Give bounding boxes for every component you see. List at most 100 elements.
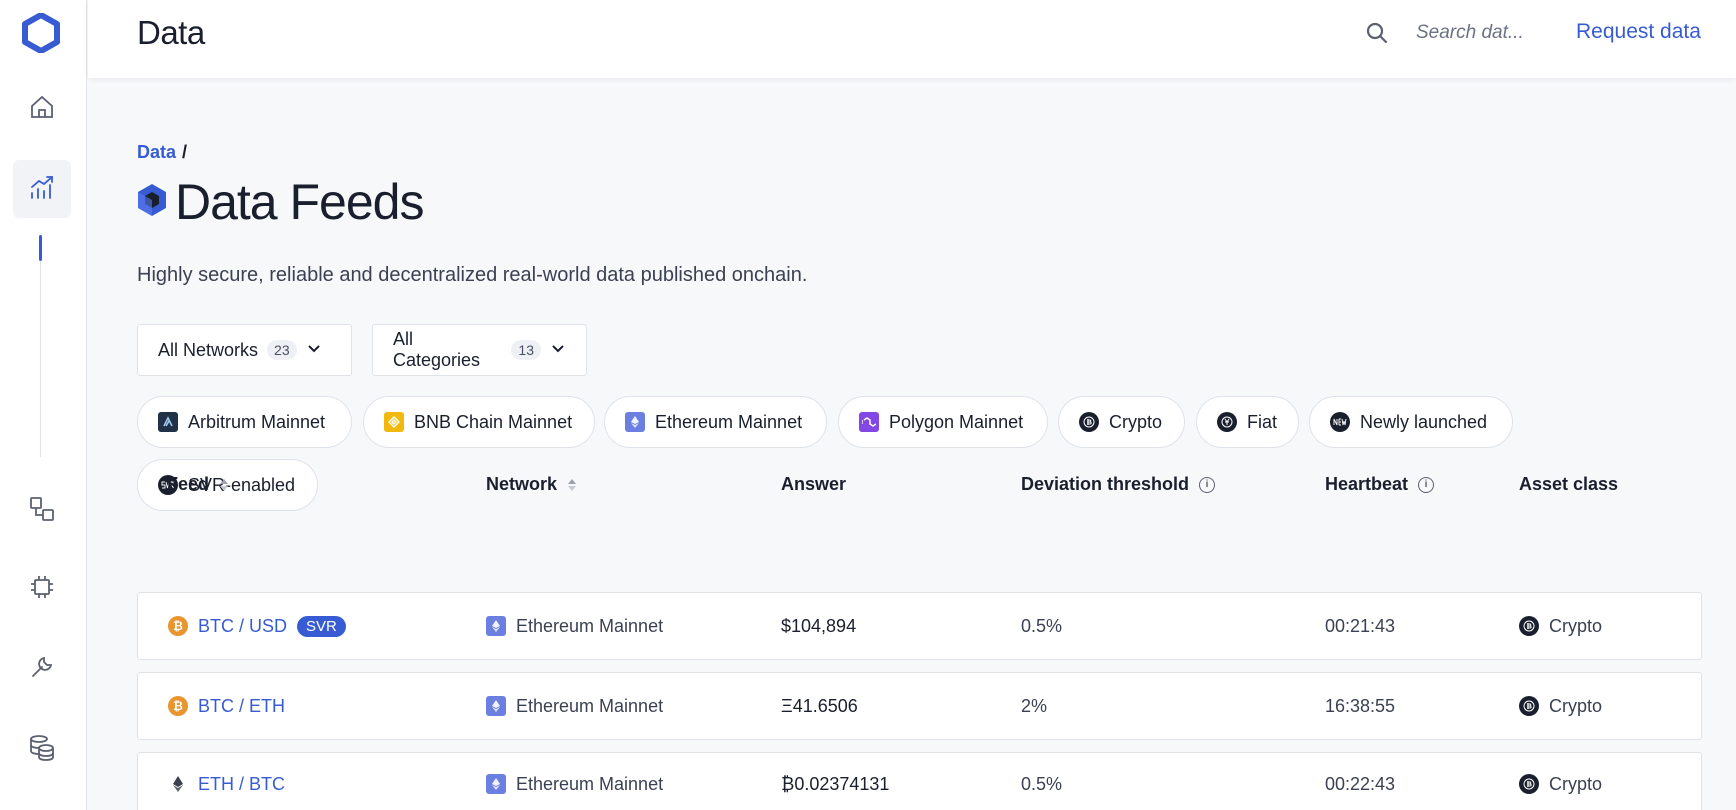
chip-label: Polygon Mainnet [889,411,1024,432]
feed-link[interactable]: ETH / BTC [198,774,285,795]
home-icon [29,94,55,125]
breadcrumb-data-link[interactable]: Data [137,142,176,163]
table-row[interactable]: ₿ BTC / USD SVR Ethereum Mainnet $104,89… [137,592,1702,660]
sidebar-item-home[interactable] [21,88,63,130]
feed-link[interactable]: BTC / ETH [198,696,285,717]
deviation-cell: 0.5% [1021,773,1063,794]
top-header: Data Request data [88,0,1736,78]
heartbeat-cell: 16:38:55 [1325,695,1396,716]
feed-cell: ₿ BTC / ETH [168,673,285,739]
table-row[interactable]: ₿ BTC / ETH Ethereum Mainnet Ξ41.6506 2%… [137,672,1702,740]
fiat-icon [1217,412,1237,432]
sidebar-item-data-feeds[interactable] [13,160,71,218]
categories-dropdown-label: All Categories [393,329,481,370]
column-label: Deviation threshold [1021,474,1190,494]
breadcrumb: Data / [137,142,187,163]
asset-class-label: Crypto [1549,773,1603,794]
column-label: Feed [167,474,210,494]
feed-link[interactable]: BTC / USD [198,616,287,637]
column-label: Heartbeat [1325,474,1409,494]
column-label: Asset class [1519,474,1619,494]
chevron-down-icon [306,340,322,361]
categories-count: 13 [511,340,541,360]
chip-label: BNB Chain Mainnet [414,411,573,432]
arbitrum-icon [158,412,178,432]
column-header-answer: Answer [781,474,846,495]
bnb-icon [384,412,404,432]
data-feeds-logo-icon [137,183,167,222]
column-header-feed[interactable]: Feed [167,474,229,495]
sort-icon[interactable] [219,478,229,492]
chip-label: Newly launched [1360,411,1488,432]
network-name: Ethereum Mainnet [516,615,664,636]
network-name: Ethereum Mainnet [516,695,664,716]
sidebar-divider [40,235,41,457]
chainlink-logo-icon[interactable] [22,12,60,54]
network-cell: Ethereum Mainnet [486,673,663,739]
column-header-network[interactable]: Network [486,474,577,495]
sidebar-item-data-streams[interactable] [21,728,63,770]
info-icon[interactable]: i [1199,476,1216,493]
search-icon[interactable] [1365,21,1389,45]
deviation-cell: 2% [1021,695,1048,716]
new-icon [1330,412,1350,432]
crypto-icon [1519,774,1539,794]
chip-bnb-chain-mainnet[interactable]: BNB Chain Mainnet [363,396,595,448]
asset-class-cell: Crypto [1519,753,1602,810]
search-input[interactable] [1416,18,1546,48]
asset-class-cell: Crypto [1519,593,1602,659]
chip-newly-launched[interactable]: Newly launched [1309,396,1513,448]
sidebar-item-tools[interactable] [21,648,63,690]
ethereum-icon [486,616,506,636]
crypto-icon [1519,696,1539,716]
sort-icon[interactable] [567,478,577,492]
column-header-heartbeat: Heartbeat i [1325,474,1435,495]
deviation-cell: 0.5% [1021,615,1063,636]
active-indicator [39,235,42,261]
chevron-down-icon [550,340,566,361]
chip-label: Fiat [1247,411,1278,432]
categories-dropdown[interactable]: All Categories 13 [372,324,587,376]
page-title-row: Data Feeds [137,173,424,231]
ccip-icon [28,495,56,528]
answer-cell: $104,894 [781,615,857,636]
page-title: Data Feeds [175,174,424,230]
chip-polygon-mainnet[interactable]: Polygon Mainnet [838,396,1048,448]
ethereum-icon [168,775,188,793]
answer-cell: ₿0.02374131 [781,773,890,794]
networks-dropdown[interactable]: All Networks 23 [137,324,352,376]
sidebar [0,0,87,810]
chip-label: Ethereum Mainnet [655,411,803,432]
chip-fiat[interactable]: Fiat [1196,396,1299,448]
networks-count: 23 [267,340,297,360]
networks-dropdown-label: All Networks [158,339,259,360]
svr-badge: SVR [297,615,346,637]
info-icon[interactable]: i [1418,476,1435,493]
chip-label: Crypto [1109,411,1163,432]
table-row[interactable]: ETH / BTC Ethereum Mainnet ₿0.02374131 0… [137,752,1702,810]
ethereum-icon [486,774,506,794]
bitcoin-icon: ₿ [168,696,188,716]
asset-class-label: Crypto [1549,695,1603,716]
header-title: Data [137,14,205,51]
sidebar-item-functions[interactable] [21,568,63,610]
chip-arbitrum-mainnet[interactable]: Arbitrum Mainnet [137,396,352,448]
column-label: Answer [781,474,847,494]
crypto-icon [1519,616,1539,636]
column-label: Network [486,474,558,494]
wrench-icon [29,654,55,685]
page-subtitle: Highly secure, reliable and decentralize… [137,264,808,286]
bitcoin-icon: ₿ [168,616,188,636]
chip-ethereum-mainnet[interactable]: Ethereum Mainnet [604,396,827,448]
request-data-link[interactable]: Request data [1576,20,1701,44]
chip-icon [28,573,56,606]
network-cell: Ethereum Mainnet [486,753,663,810]
network-cell: Ethereum Mainnet [486,593,663,659]
breadcrumb-separator: / [182,142,188,162]
feed-cell: ₿ BTC / USD SVR [168,593,346,659]
chip-crypto[interactable]: Crypto [1058,396,1185,448]
ethereum-icon [625,412,645,432]
column-header-deviation: Deviation threshold i [1021,474,1216,495]
database-icon [28,733,56,766]
sidebar-item-ccip[interactable] [21,490,63,532]
